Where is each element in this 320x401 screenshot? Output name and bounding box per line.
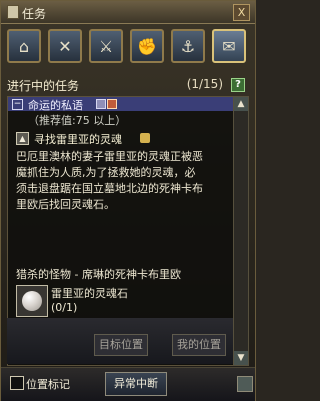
quest-count: (1/15) [186,77,223,91]
quest-type-icon [96,99,106,109]
quest-window: 任务 X ⌂ ✕ ⚔ ✊ ⚓ ✉ 进行中的任务 (1/15) ? − 命运的私语… [0,0,256,401]
reward-item-slot[interactable] [16,285,48,317]
quest-scrollbar[interactable]: ▲ ▼ [233,96,249,366]
my-position-button[interactable]: 我的位置 [172,334,226,356]
target-position-button[interactable]: 目标位置 [94,334,148,356]
quest-title-row[interactable]: ▲ 寻找雷里亚的灵魂 [16,131,226,147]
house-icon: ⌂ [18,36,30,56]
quest-list-title: 进行中的任务 [7,79,80,93]
recommended-level: （推荐值:75 以上） [28,114,127,127]
quest-tab-bar: ⌂ ✕ ⚔ ✊ ⚓ ✉ [7,29,251,67]
position-marker-checkbox[interactable] [10,376,24,390]
scroll-up-button[interactable]: ▲ [234,97,248,111]
tab-scroll[interactable]: ✉ [212,29,246,63]
quest-title: 寻找雷里亚的灵魂 [34,133,122,146]
boat-icon: ⚓ [180,36,196,56]
quest-category-name: 命运的私语 [28,99,83,112]
tab-weapon[interactable]: ⚔ [89,29,123,63]
scroll-down-button[interactable]: ▼ [234,351,248,365]
tab-fist[interactable]: ✊ [130,29,164,63]
item-count: (0/1) [51,301,78,314]
fist-icon: ✊ [137,36,157,56]
soul-stone-icon [22,291,42,311]
title-bar[interactable]: 任务 X [1,1,255,24]
close-button[interactable]: X [233,4,250,21]
quest-list-header: 进行中的任务 (1/15) ? [7,77,247,95]
quest-category-row[interactable]: − 命运的私语 [8,97,234,112]
quest-level-icon [107,99,117,109]
position-marker-label: 位置标记 [26,378,70,391]
collapse-icon[interactable]: − [12,99,23,110]
quest-book-icon [7,5,19,19]
help-button[interactable]: ? [231,78,245,92]
tab-battle[interactable]: ✕ [48,29,82,63]
weapon-icon: ⚔ [98,36,114,56]
quest-pin-icon [140,133,150,143]
tab-boat[interactable]: ⚓ [171,29,205,63]
quest-marker-icon: ▲ [16,132,29,145]
crossed-swords-icon: ✕ [58,36,72,56]
quest-description: 巴厄里澳林的妻子雷里亚的灵魂正被恶 魔抓住为人质,为了拯救她的灵魂，必 须击退盘… [16,150,203,211]
window-title: 任务 [22,7,47,21]
scroll-icon: ✉ [222,36,236,56]
tab-house[interactable]: ⌂ [7,29,41,63]
settings-icon[interactable] [237,376,253,392]
abort-button[interactable]: 异常中断 [105,372,167,396]
item-name: 雷里亚的灵魂石 [51,287,128,300]
kill-objective: 猎杀的怪物 - 席琳的死神卡布里欧 [16,268,181,281]
